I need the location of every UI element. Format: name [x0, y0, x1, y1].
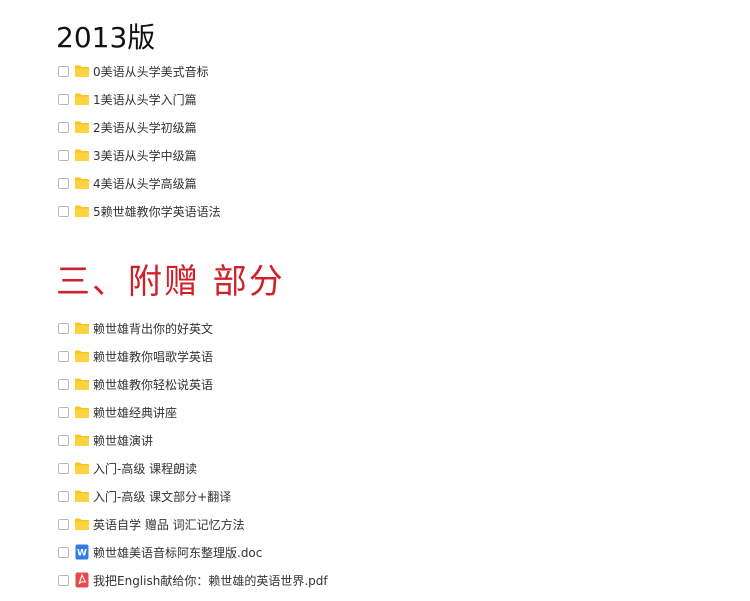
- file-row[interactable]: W 赖世雄美语音标阿东整理版.doc: [58, 538, 328, 566]
- section-bonus-heading: 三、附赠 部分: [56, 262, 285, 302]
- select-checkbox[interactable]: [58, 546, 69, 558]
- select-checkbox[interactable]: [58, 378, 69, 390]
- folder-icon: [74, 203, 90, 219]
- folder-icon: [74, 147, 90, 163]
- folder-icon: [74, 91, 90, 107]
- select-checkbox[interactable]: [58, 149, 69, 161]
- file-row[interactable]: 英语自学 赠品 词汇记忆方法: [58, 510, 328, 538]
- file-row[interactable]: 3美语从头学中级篇: [58, 141, 221, 169]
- file-row[interactable]: 赖世雄演讲: [58, 426, 328, 454]
- folder-icon: [74, 175, 90, 191]
- file-row[interactable]: 2美语从头学初级篇: [58, 113, 221, 141]
- file-name[interactable]: 赖世雄背出你的好英文: [93, 320, 213, 337]
- file-name[interactable]: 5赖世雄教你学英语语法: [93, 203, 221, 220]
- folder-icon: [74, 376, 90, 392]
- folder-icon: [74, 348, 90, 364]
- file-name[interactable]: 入门-高级 课文部分+翻译: [93, 488, 231, 505]
- select-checkbox[interactable]: [58, 574, 69, 586]
- file-name[interactable]: 入门-高级 课程朗读: [93, 460, 197, 477]
- folder-icon: [74, 460, 90, 476]
- section-2013-heading: 2013版: [56, 21, 156, 54]
- file-name[interactable]: 赖世雄美语音标阿东整理版.doc: [93, 544, 262, 561]
- file-name[interactable]: 2美语从头学初级篇: [93, 119, 197, 136]
- section-bonus-list: 赖世雄背出你的好英文 赖世雄教你唱歌学英语 赖世雄教你轻松说英语 赖世雄经典讲座 赖世雄…: [58, 314, 328, 594]
- select-checkbox[interactable]: [58, 434, 69, 446]
- select-checkbox[interactable]: [58, 177, 69, 189]
- file-row[interactable]: 0美语从头学美式音标: [58, 57, 221, 85]
- file-name[interactable]: 赖世雄演讲: [93, 432, 153, 449]
- pdf-icon: [74, 572, 90, 588]
- file-row[interactable]: 我把English献给你：赖世雄的英语世界.pdf: [58, 566, 328, 594]
- file-name[interactable]: 0美语从头学美式音标: [93, 63, 209, 80]
- svg-text:W: W: [77, 549, 87, 559]
- file-row[interactable]: 4美语从头学高级篇: [58, 169, 221, 197]
- folder-icon: [74, 516, 90, 532]
- file-name[interactable]: 赖世雄教你轻松说英语: [93, 376, 213, 393]
- select-checkbox[interactable]: [58, 322, 69, 334]
- select-checkbox[interactable]: [58, 93, 69, 105]
- folder-icon: [74, 488, 90, 504]
- select-checkbox[interactable]: [58, 65, 69, 77]
- select-checkbox[interactable]: [58, 350, 69, 362]
- file-row[interactable]: 赖世雄背出你的好英文: [58, 314, 328, 342]
- select-checkbox[interactable]: [58, 490, 69, 502]
- file-name[interactable]: 我把English献给你：赖世雄的英语世界.pdf: [93, 572, 328, 589]
- section-2013-list: 0美语从头学美式音标 1美语从头学入门篇 2美语从头学初级篇 3美语从头学中级篇 4美语…: [58, 57, 221, 225]
- file-row[interactable]: 入门-高级 课程朗读: [58, 454, 328, 482]
- folder-icon: [74, 119, 90, 135]
- file-row[interactable]: 赖世雄教你唱歌学英语: [58, 342, 328, 370]
- file-name[interactable]: 赖世雄教你唱歌学英语: [93, 348, 213, 365]
- folder-icon: [74, 404, 90, 420]
- select-checkbox[interactable]: [58, 121, 69, 133]
- folder-icon: [74, 432, 90, 448]
- file-name[interactable]: 赖世雄经典讲座: [93, 404, 177, 421]
- select-checkbox[interactable]: [58, 518, 69, 530]
- file-name[interactable]: 4美语从头学高级篇: [93, 175, 197, 192]
- select-checkbox[interactable]: [58, 406, 69, 418]
- file-row[interactable]: 赖世雄经典讲座: [58, 398, 328, 426]
- file-row[interactable]: 赖世雄教你轻松说英语: [58, 370, 328, 398]
- file-name[interactable]: 英语自学 赠品 词汇记忆方法: [93, 516, 245, 533]
- file-name[interactable]: 1美语从头学入门篇: [93, 91, 197, 108]
- folder-icon: [74, 320, 90, 336]
- file-row[interactable]: 1美语从头学入门篇: [58, 85, 221, 113]
- word-doc-icon: W: [74, 544, 90, 560]
- file-row[interactable]: 入门-高级 课文部分+翻译: [58, 482, 328, 510]
- select-checkbox[interactable]: [58, 205, 69, 217]
- file-row[interactable]: 5赖世雄教你学英语语法: [58, 197, 221, 225]
- folder-icon: [74, 63, 90, 79]
- select-checkbox[interactable]: [58, 462, 69, 474]
- file-name[interactable]: 3美语从头学中级篇: [93, 147, 197, 164]
